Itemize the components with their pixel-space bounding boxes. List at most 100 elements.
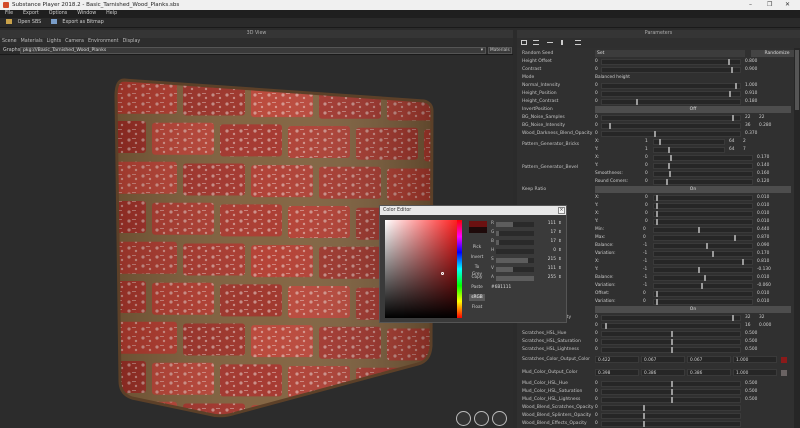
tail-2-slider[interactable]: [601, 331, 741, 337]
offset2-value[interactable]: 0.010: [757, 298, 769, 305]
menu-lights[interactable]: Lights: [45, 38, 63, 46]
bevel-slider-handle[interactable]: [670, 155, 672, 161]
offset2-value[interactable]: 0.010: [757, 290, 769, 297]
tail2-0-slider[interactable]: [601, 381, 741, 387]
tail2-2-value[interactable]: 0.500: [745, 396, 757, 403]
tail2-1-slider[interactable]: [601, 389, 741, 395]
param-8-slider[interactable]: [601, 115, 741, 121]
channel-value[interactable]: 111: [536, 221, 556, 226]
spinner-icon[interactable]: ⬍: [558, 230, 562, 235]
bevel-slider-handle[interactable]: [666, 179, 668, 185]
scratches-color-channel-value[interactable]: 0.067: [690, 357, 702, 364]
bevel-slider-handle[interactable]: [668, 163, 670, 169]
offset2-slider-handle[interactable]: [656, 299, 658, 305]
scratches-color-channel[interactable]: 0.067: [687, 356, 731, 363]
channel-slider[interactable]: [496, 276, 534, 281]
tail-3-slider-handle[interactable]: [671, 339, 673, 345]
color-cursor[interactable]: [441, 272, 444, 275]
bricks-value[interactable]: 64: [729, 138, 734, 145]
param-5-value[interactable]: 0.910: [745, 90, 757, 97]
height-slider[interactable]: [653, 235, 753, 241]
tail2-1-value[interactable]: 0.500: [745, 388, 757, 395]
offset2-slider-handle[interactable]: [656, 291, 658, 297]
tail2-0-value[interactable]: 0.500: [745, 380, 757, 387]
tail-1-value2[interactable]: 0.000: [759, 322, 771, 329]
param-2-value[interactable]: 0.900: [745, 66, 757, 73]
offset-slider[interactable]: [653, 219, 753, 225]
tail-1-slider-handle[interactable]: [605, 323, 607, 329]
rotate-icon[interactable]: [474, 411, 489, 426]
param-2-slider[interactable]: [601, 67, 741, 73]
height-slider-handle[interactable]: [734, 235, 736, 241]
export-bitmap-button[interactable]: Export as Bitmap: [62, 18, 103, 28]
tail-0-slider-handle[interactable]: [732, 315, 734, 321]
param-5-slider-handle[interactable]: [729, 91, 731, 97]
list-icon[interactable]: [533, 40, 539, 45]
tail-3-value[interactable]: 0.500: [745, 338, 757, 345]
param-6-value[interactable]: 0.180: [745, 98, 757, 105]
height-slider-handle[interactable]: [712, 251, 714, 257]
channel-value[interactable]: 17: [536, 239, 556, 244]
height-slider-handle[interactable]: [701, 283, 703, 289]
channel-value[interactable]: 215: [536, 257, 556, 262]
tail2-4-slider[interactable]: [601, 413, 741, 419]
param-10-value[interactable]: 0.370: [745, 130, 757, 137]
bevel-slider[interactable]: [653, 155, 753, 161]
tail-1-value[interactable]: 16: [745, 322, 750, 329]
mud-color-channel[interactable]: 1.000: [733, 369, 777, 376]
offset-slider-handle[interactable]: [656, 203, 658, 209]
mud-color-channel-value[interactable]: 0.386: [690, 370, 702, 377]
tail-2-slider-handle[interactable]: [671, 331, 673, 337]
spinner-icon[interactable]: ⬍: [558, 248, 562, 253]
menu-options[interactable]: Options: [44, 10, 73, 18]
offset-slider[interactable]: [653, 211, 753, 217]
param-9-slider-handle[interactable]: [609, 123, 611, 129]
dash-icon[interactable]: [547, 42, 553, 43]
mud-color-channel-value[interactable]: 0.386: [644, 370, 656, 377]
bricks-slider-handle[interactable]: [668, 147, 670, 153]
tail2-3-slider[interactable]: [601, 405, 741, 411]
offset2-slider[interactable]: [653, 299, 753, 305]
scratches-color-channel[interactable]: 1.000: [733, 356, 777, 363]
param-8-slider-handle[interactable]: [732, 115, 734, 121]
open-sbs-button[interactable]: Open SBS: [18, 18, 42, 28]
channel-value[interactable]: 0: [536, 248, 556, 253]
param-1-slider-handle[interactable]: [728, 59, 730, 65]
tail-1-slider[interactable]: [601, 323, 741, 329]
height-slider-handle[interactable]: [704, 275, 706, 281]
height-value[interactable]: 0.090: [757, 242, 769, 249]
float-button[interactable]: Float: [469, 304, 485, 311]
offset-value[interactable]: 0.010: [757, 202, 769, 209]
tail-2-value[interactable]: 0.500: [745, 330, 757, 337]
bevel-value[interactable]: 0.170: [757, 154, 769, 161]
param-4-slider-handle[interactable]: [735, 83, 737, 89]
spinner-icon[interactable]: ⬍: [558, 266, 562, 271]
keep-ratio-toggle[interactable]: On: [595, 186, 791, 193]
param-1-slider[interactable]: [601, 59, 741, 65]
tail-0-value2[interactable]: 32: [759, 314, 764, 321]
saturation-value-square[interactable]: [385, 220, 461, 318]
mud-color-channel[interactable]: 0.386: [641, 369, 685, 376]
bricks-slider[interactable]: [653, 139, 725, 145]
randomize-button[interactable]: Randomize: [751, 50, 794, 57]
channel-slider[interactable]: [496, 267, 534, 272]
param-10-slider-handle[interactable]: [654, 131, 656, 137]
height-slider[interactable]: [653, 267, 753, 273]
channel-slider[interactable]: [496, 240, 534, 245]
pick-button[interactable]: Pick: [469, 244, 485, 251]
pin-icon[interactable]: [561, 40, 563, 45]
offset-slider-handle[interactable]: [656, 211, 658, 217]
menu-environment[interactable]: Environment: [86, 38, 121, 46]
offset-value[interactable]: 0.010: [757, 210, 769, 217]
offset-slider-handle[interactable]: [656, 195, 658, 201]
spinner-icon[interactable]: ⬍: [558, 257, 562, 262]
random-seed-field[interactable]: Set: [595, 50, 745, 57]
bricks-slider-handle[interactable]: [659, 139, 661, 145]
bricks-slider[interactable]: [653, 147, 725, 153]
tail-4-value[interactable]: 0.500: [745, 346, 757, 353]
srgb-button[interactable]: sRGB: [469, 294, 485, 301]
offset-slider[interactable]: [653, 203, 753, 209]
menu-materials[interactable]: Materials: [19, 38, 45, 46]
tail-4-slider-handle[interactable]: [671, 347, 673, 353]
tail2-0-slider-handle[interactable]: [671, 381, 673, 387]
